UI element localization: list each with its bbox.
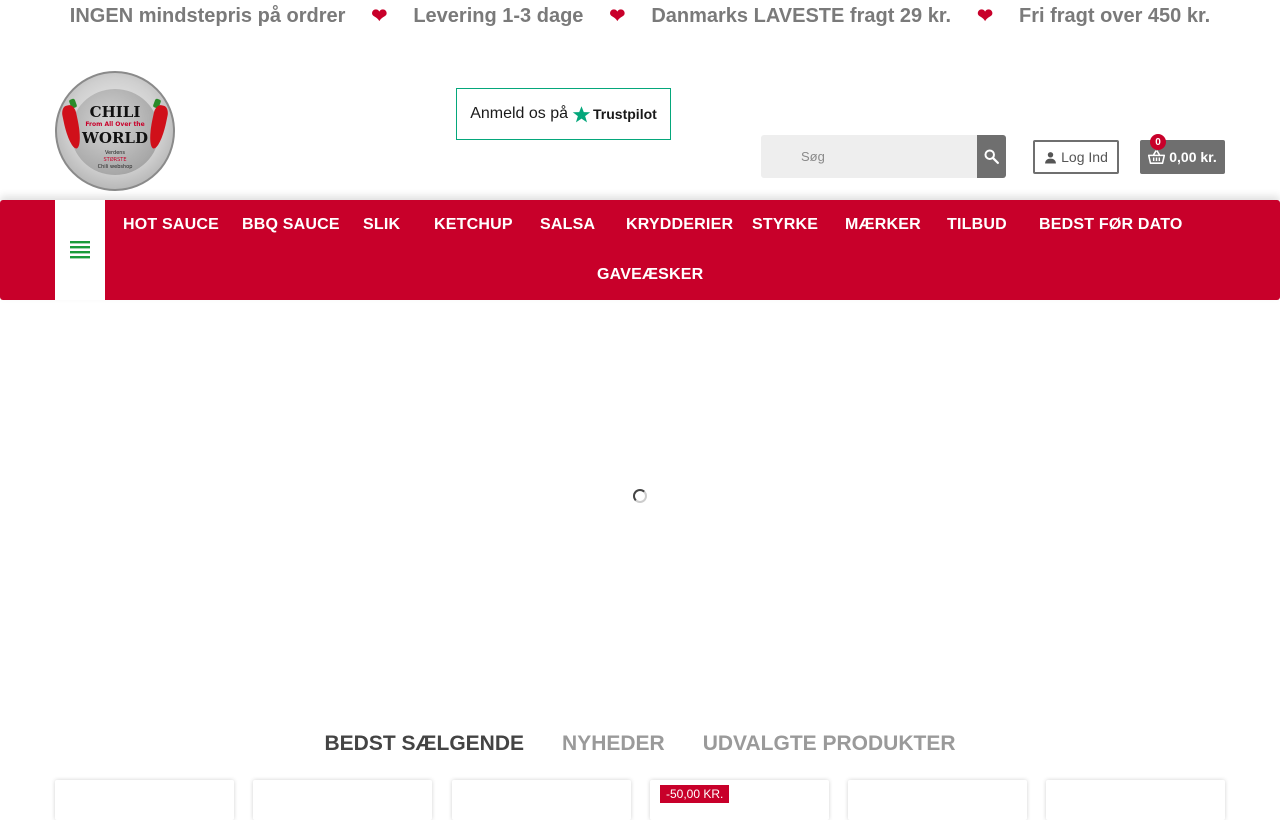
nav-item-bedst-foer-dato[interactable]: BEDST FØR DATO <box>1039 216 1183 234</box>
nav-item-bbq-sauce[interactable]: BBQ SAUCE <box>242 216 340 234</box>
product-card[interactable] <box>452 780 631 820</box>
category-menu-button[interactable] <box>55 200 105 300</box>
announcement-message: INGEN mindstepris på ordrer <box>69 5 346 27</box>
trustpilot-star-icon <box>572 105 591 122</box>
nav-item-ketchup[interactable]: KETCHUP <box>434 216 513 234</box>
menu-list-icon <box>70 241 90 259</box>
heart-icon: ❤ <box>371 6 388 27</box>
nav-item-krydderier[interactable]: KRYDDERIER <box>626 216 733 234</box>
nav-item-maerker[interactable]: MÆRKER <box>845 216 921 234</box>
heart-icon: ❤ <box>609 6 626 27</box>
main-navigation: HOT SAUCE BBQ SAUCE SLIK KETCHUP SALSA K… <box>0 200 1280 300</box>
tab-new[interactable]: NYHEDER <box>562 732 665 756</box>
product-tabs: BEDST SÆLGENDE NYHEDER UDVALGTE PRODUKTE… <box>0 732 1280 756</box>
search-input[interactable] <box>761 135 977 178</box>
cart-count-badge: 0 <box>1150 134 1166 150</box>
announcement-message: Fri fragt over 450 kr. <box>1019 5 1211 27</box>
logo-text: CHILI <box>89 103 141 121</box>
nav-item-hot-sauce[interactable]: HOT SAUCE <box>123 216 219 234</box>
login-label: Log Ind <box>1061 149 1108 165</box>
cart-button[interactable]: 0 0,00 kr. <box>1140 134 1225 174</box>
nav-item-gaveaesker[interactable]: GAVEÆSKER <box>597 266 703 284</box>
nav-item-styrke[interactable]: STYRKE <box>752 216 818 234</box>
search-icon <box>984 149 1000 165</box>
trustpilot-review-button[interactable]: Anmeld os på Trustpilot <box>456 88 671 140</box>
search-bar <box>761 135 1006 178</box>
logo-text: From All Over the <box>85 121 145 128</box>
trustpilot-brand: Trustpilot <box>593 106 657 122</box>
tab-bestsellers[interactable]: BEDST SÆLGENDE <box>325 732 525 756</box>
tab-featured[interactable]: UDVALGTE PRODUKTER <box>703 732 956 756</box>
site-logo[interactable]: CHILI From All Over the WORLD Verdens ST… <box>55 71 175 191</box>
discount-badge: -50,00 KR. <box>660 785 730 803</box>
nav-item-salsa[interactable]: SALSA <box>540 216 595 234</box>
heart-icon: ❤ <box>977 6 993 27</box>
product-card[interactable] <box>253 780 432 820</box>
loading-spinner-icon <box>633 489 647 503</box>
cart-total: 0,00 kr. <box>1169 149 1217 165</box>
trustpilot-label: Anmeld os på <box>470 105 569 122</box>
basket-icon <box>1148 149 1166 164</box>
logo-text: WORLD <box>82 129 148 147</box>
product-card[interactable] <box>55 780 234 820</box>
product-card[interactable] <box>1046 780 1225 820</box>
nav-item-slik[interactable]: SLIK <box>363 216 400 234</box>
login-button[interactable]: Log Ind <box>1033 140 1119 174</box>
search-button[interactable] <box>977 135 1006 178</box>
user-icon <box>1045 151 1057 163</box>
announcement-bar: INGEN mindstepris på ordrer ❤ Levering 1-3… <box>0 5 1280 28</box>
product-card[interactable] <box>848 780 1027 820</box>
logo-text: Verdens STØRSTE Chili webshop <box>97 150 133 170</box>
nav-item-tilbud[interactable]: TILBUD <box>947 216 1007 234</box>
announcement-message: Levering 1-3 dage <box>413 5 584 27</box>
announcement-message: Danmarks LAVESTE fragt 29 kr. <box>651 5 952 27</box>
